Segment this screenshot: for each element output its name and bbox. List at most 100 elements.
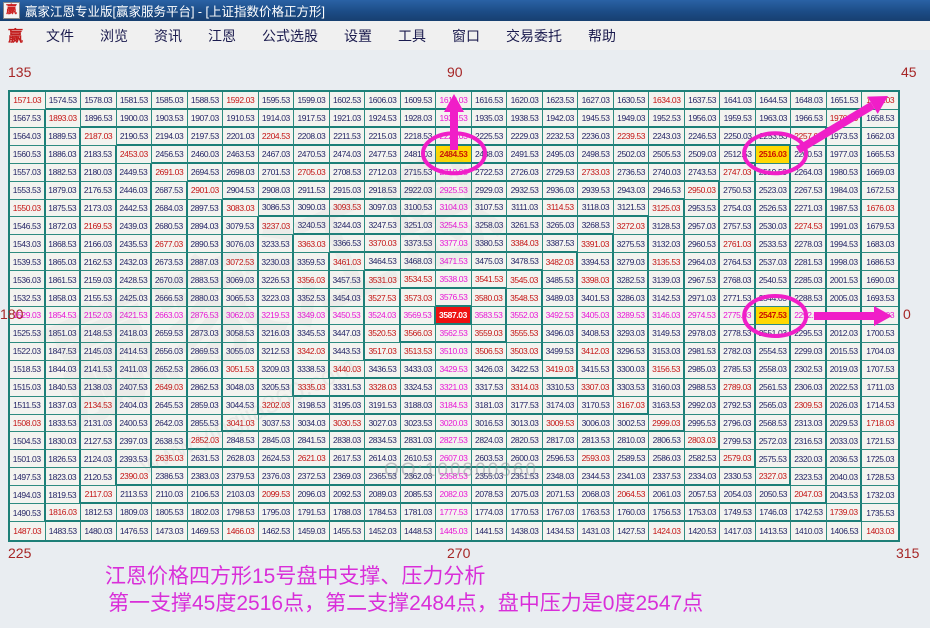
grid-cell[interactable]: 1630.53 — [614, 92, 650, 110]
grid-cell[interactable]: 2666.53 — [152, 289, 188, 307]
grid-cell[interactable]: 3268.53 — [578, 217, 614, 235]
grid-cell[interactable]: 2169.53 — [81, 217, 117, 235]
grid-cell[interactable]: 1868.53 — [46, 235, 82, 253]
grid-cell[interactable]: 3545.03 — [507, 271, 543, 289]
grid-cell[interactable]: 1809.03 — [117, 504, 153, 522]
grid-cell[interactable]: 3062.03 — [223, 307, 259, 325]
grid-cell[interactable]: 3314.03 — [507, 379, 543, 397]
grid-cell[interactable]: 2838.03 — [330, 432, 366, 450]
grid-cell[interactable]: 1476.53 — [117, 522, 153, 540]
grid-cell[interactable]: 2733.03 — [578, 164, 614, 182]
grid-cell[interactable]: 2677.03 — [152, 235, 188, 253]
grid-cell[interactable]: 1830.03 — [46, 432, 82, 450]
grid-cell[interactable]: 2978.03 — [685, 325, 721, 343]
grid-cell[interactable]: 2162.53 — [81, 253, 117, 271]
grid-cell[interactable]: 3093.53 — [330, 200, 366, 218]
grid-cell[interactable]: 2750.53 — [720, 182, 756, 200]
grid-cell[interactable]: 1592.03 — [223, 92, 259, 110]
grid-cell[interactable]: 2848.53 — [223, 432, 259, 450]
grid-cell[interactable]: 1977.03 — [827, 146, 863, 164]
grid-cell[interactable]: 3331.53 — [330, 379, 366, 397]
grid-cell[interactable]: 2019.03 — [827, 361, 863, 379]
grid-cell[interactable]: 3153.03 — [649, 343, 685, 361]
grid-cell[interactable]: 1550.03 — [10, 200, 46, 218]
grid-cell[interactable]: 2971.03 — [685, 289, 721, 307]
grid-cell[interactable]: 3524.03 — [365, 307, 401, 325]
grid-cell[interactable]: 1795.03 — [259, 504, 295, 522]
grid-cell[interactable]: 3370.03 — [365, 235, 401, 253]
grid-cell[interactable]: 2253.53 — [756, 128, 792, 146]
grid-cell[interactable]: 3079.53 — [223, 217, 259, 235]
grid-cell[interactable]: 3433.03 — [401, 361, 437, 379]
grid-cell[interactable]: 3359.53 — [294, 253, 330, 271]
grid-cell[interactable]: 2642.03 — [152, 415, 188, 433]
grid-cell[interactable]: 2071.53 — [543, 486, 579, 504]
grid-cell[interactable]: 3576.53 — [436, 289, 472, 307]
grid-cell[interactable]: 2099.53 — [259, 486, 295, 504]
grid-cell[interactable]: 1697.03 — [862, 307, 898, 325]
menu-item-9[interactable]: 帮助 — [575, 21, 629, 50]
grid-cell[interactable]: 1840.53 — [46, 379, 82, 397]
grid-cell[interactable]: 3422.53 — [507, 361, 543, 379]
grid-cell[interactable]: 2498.53 — [578, 146, 614, 164]
grid-cell[interactable]: 2705.03 — [294, 164, 330, 182]
grid-cell[interactable]: 3188.03 — [401, 397, 437, 415]
grid-cell[interactable]: 3002.53 — [614, 415, 650, 433]
grid-cell[interactable]: 3513.53 — [401, 343, 437, 361]
grid-cell[interactable]: 2526.53 — [756, 200, 792, 218]
grid-cell[interactable]: 2299.03 — [791, 343, 827, 361]
grid-cell[interactable]: 2474.03 — [330, 146, 366, 164]
grid-cell[interactable]: 1672.53 — [862, 182, 898, 200]
grid-cell[interactable]: 2782.03 — [720, 343, 756, 361]
grid-cell[interactable]: 2148.53 — [81, 325, 117, 343]
grid-cell[interactable]: 3006.03 — [578, 415, 614, 433]
grid-cell[interactable]: 3419.03 — [543, 361, 579, 379]
grid-cell[interactable]: 1676.03 — [862, 200, 898, 218]
grid-cell[interactable]: 3076.03 — [223, 235, 259, 253]
grid-cell[interactable]: 2421.53 — [117, 307, 153, 325]
grid-cell[interactable]: 1413.53 — [756, 522, 792, 540]
grid-cell[interactable]: 2176.53 — [81, 182, 117, 200]
grid-cell[interactable]: 2341.03 — [614, 468, 650, 486]
grid-cell[interactable]: 2992.03 — [685, 397, 721, 415]
grid-cell[interactable]: 2250.03 — [720, 128, 756, 146]
grid-cell[interactable]: 2579.03 — [720, 450, 756, 468]
grid-cell[interactable]: 2852.03 — [188, 432, 224, 450]
grid-cell[interactable]: 2589.53 — [614, 450, 650, 468]
grid-cell[interactable]: 2845.03 — [259, 432, 295, 450]
grid-cell[interactable]: 1704.03 — [862, 343, 898, 361]
grid-cell[interactable]: 1886.03 — [46, 146, 82, 164]
grid-cell[interactable]: 3198.53 — [294, 397, 330, 415]
grid-cell[interactable]: 2407.53 — [117, 379, 153, 397]
grid-cell[interactable]: 1791.53 — [294, 504, 330, 522]
grid-cell[interactable]: 1522.03 — [10, 343, 46, 361]
grid-cell[interactable]: 2425.03 — [117, 289, 153, 307]
grid-cell[interactable]: 2215.03 — [365, 128, 401, 146]
grid-cell[interactable]: 1945.53 — [578, 110, 614, 128]
grid-cell[interactable]: 2964.03 — [685, 253, 721, 271]
grid-cell[interactable]: 1812.53 — [81, 504, 117, 522]
grid-cell[interactable]: 1683.03 — [862, 235, 898, 253]
grid-cell[interactable]: 1679.53 — [862, 217, 898, 235]
grid-cell[interactable]: 3503.03 — [507, 343, 543, 361]
grid-cell[interactable]: 2050.53 — [756, 486, 792, 504]
grid-cell[interactable]: 1588.53 — [188, 92, 224, 110]
grid-cell[interactable]: 2180.03 — [81, 164, 117, 182]
grid-cell[interactable]: 3058.53 — [223, 325, 259, 343]
grid-cell[interactable]: 2558.03 — [756, 361, 792, 379]
grid-cell[interactable]: 3394.53 — [578, 253, 614, 271]
grid-cell[interactable]: 2761.03 — [720, 235, 756, 253]
grid-cell[interactable]: 2439.03 — [117, 217, 153, 235]
grid-cell[interactable]: 2358.53 — [436, 468, 472, 486]
grid-cell[interactable]: 2309.53 — [791, 397, 827, 415]
grid-cell[interactable]: 3293.03 — [614, 325, 650, 343]
grid-cell[interactable]: 1616.53 — [472, 92, 508, 110]
grid-cell[interactable]: 2687.53 — [152, 182, 188, 200]
grid-cell[interactable]: 3219.53 — [259, 307, 295, 325]
grid-cell[interactable]: 2110.03 — [152, 486, 188, 504]
grid-cell[interactable]: 2663.03 — [152, 307, 188, 325]
grid-cell[interactable]: 3296.53 — [614, 343, 650, 361]
grid-cell[interactable]: 3517.03 — [365, 343, 401, 361]
grid-cell[interactable]: 3125.03 — [649, 200, 685, 218]
grid-cell[interactable]: 2824.03 — [472, 432, 508, 450]
